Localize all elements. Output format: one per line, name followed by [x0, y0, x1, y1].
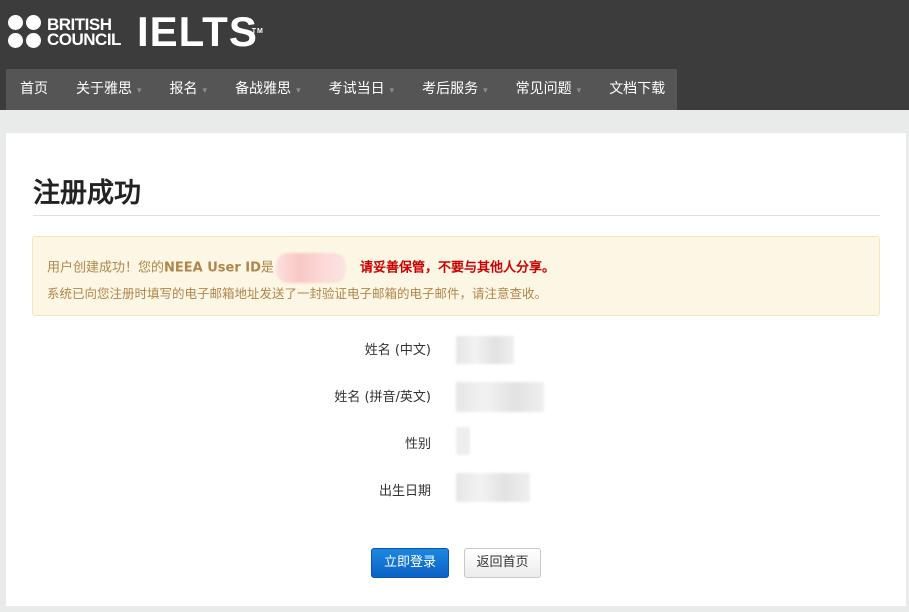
field-value-english-name [456, 382, 544, 412]
caret-down-icon: ▾ [202, 86, 208, 96]
nav-item-register[interactable]: 报名 ▾ [156, 69, 222, 110]
nav-item-about[interactable]: 关于雅思 ▾ [62, 69, 156, 110]
field-label-chinese-name: 姓名 (中文) [364, 343, 431, 358]
divider [33, 215, 880, 216]
field-label-gender: 性别 [404, 437, 431, 452]
nav-item-after-test[interactable]: 考后服务 ▾ [408, 69, 502, 110]
field-value-chinese-name [456, 336, 514, 364]
success-alert: 用户创建成功！您的NEEA User ID是 请妥善保管，不要与其他人分享。 系统… [32, 236, 880, 316]
caret-down-icon: ▾ [389, 86, 395, 96]
field-label-english-name: 姓名 (拼音/英文) [334, 390, 431, 405]
nav-item-home[interactable]: 首页 [6, 69, 62, 110]
brand-logo[interactable]: BRITISH COUNCIL IELTS TM [8, 8, 264, 55]
caret-down-icon: ▾ [137, 86, 142, 96]
field-label-birth-date: 出生日期 [378, 484, 431, 499]
caret-down-icon: ▾ [483, 86, 488, 96]
caret-down-icon: ▾ [296, 86, 301, 96]
nav-item-downloads[interactable]: 文档下载 [595, 69, 679, 110]
nav-item-prepare[interactable]: 备战雅思 ▾ [221, 69, 315, 110]
site-header: BRITISH COUNCIL IELTS TM 首页 关于雅思 ▾ 报名 ▾ 备战雅… [0, 0, 909, 110]
british-council-logo-icon [8, 15, 42, 49]
field-value-birth-date [456, 473, 530, 502]
trademark-mark: TM [251, 28, 264, 35]
login-button[interactable]: 立即登录 [371, 548, 449, 578]
ielts-logo: IELTS TM [136, 8, 264, 55]
back-home-button[interactable]: 返回首页 [464, 548, 541, 578]
nav-item-test-day[interactable]: 考试当日 ▾ [315, 69, 409, 110]
nav-item-faq[interactable]: 常见问题 ▾ [502, 69, 596, 110]
main-nav: 首页 关于雅思 ▾ 报名 ▾ 备战雅思 ▾ 考试当日 ▾ 考后服务 ▾ 常见问题 ▾ 文档下… [6, 69, 677, 110]
content-card: 注册成功 用户创建成功！您的NEEA User ID是 请妥善保管，不要与其他人分… [6, 133, 906, 606]
page-title: 注册成功 [33, 178, 141, 209]
british-council-wordmark: BRITISH COUNCIL [47, 15, 121, 49]
alert-line-1: 用户创建成功！您的NEEA User ID是 请妥善保管，不要与其他人分享。 [47, 253, 555, 283]
caret-down-icon: ▾ [576, 86, 582, 96]
warning-text: 请妥善保管，不要与其他人分享。 [359, 260, 555, 276]
alert-line-2: 系统已向您注册时填写的电子邮箱地址发送了一封验证电子邮箱的电子邮件，请注意查收。 [47, 286, 548, 301]
field-value-gender [456, 427, 470, 455]
redacted-user-id [275, 253, 346, 283]
